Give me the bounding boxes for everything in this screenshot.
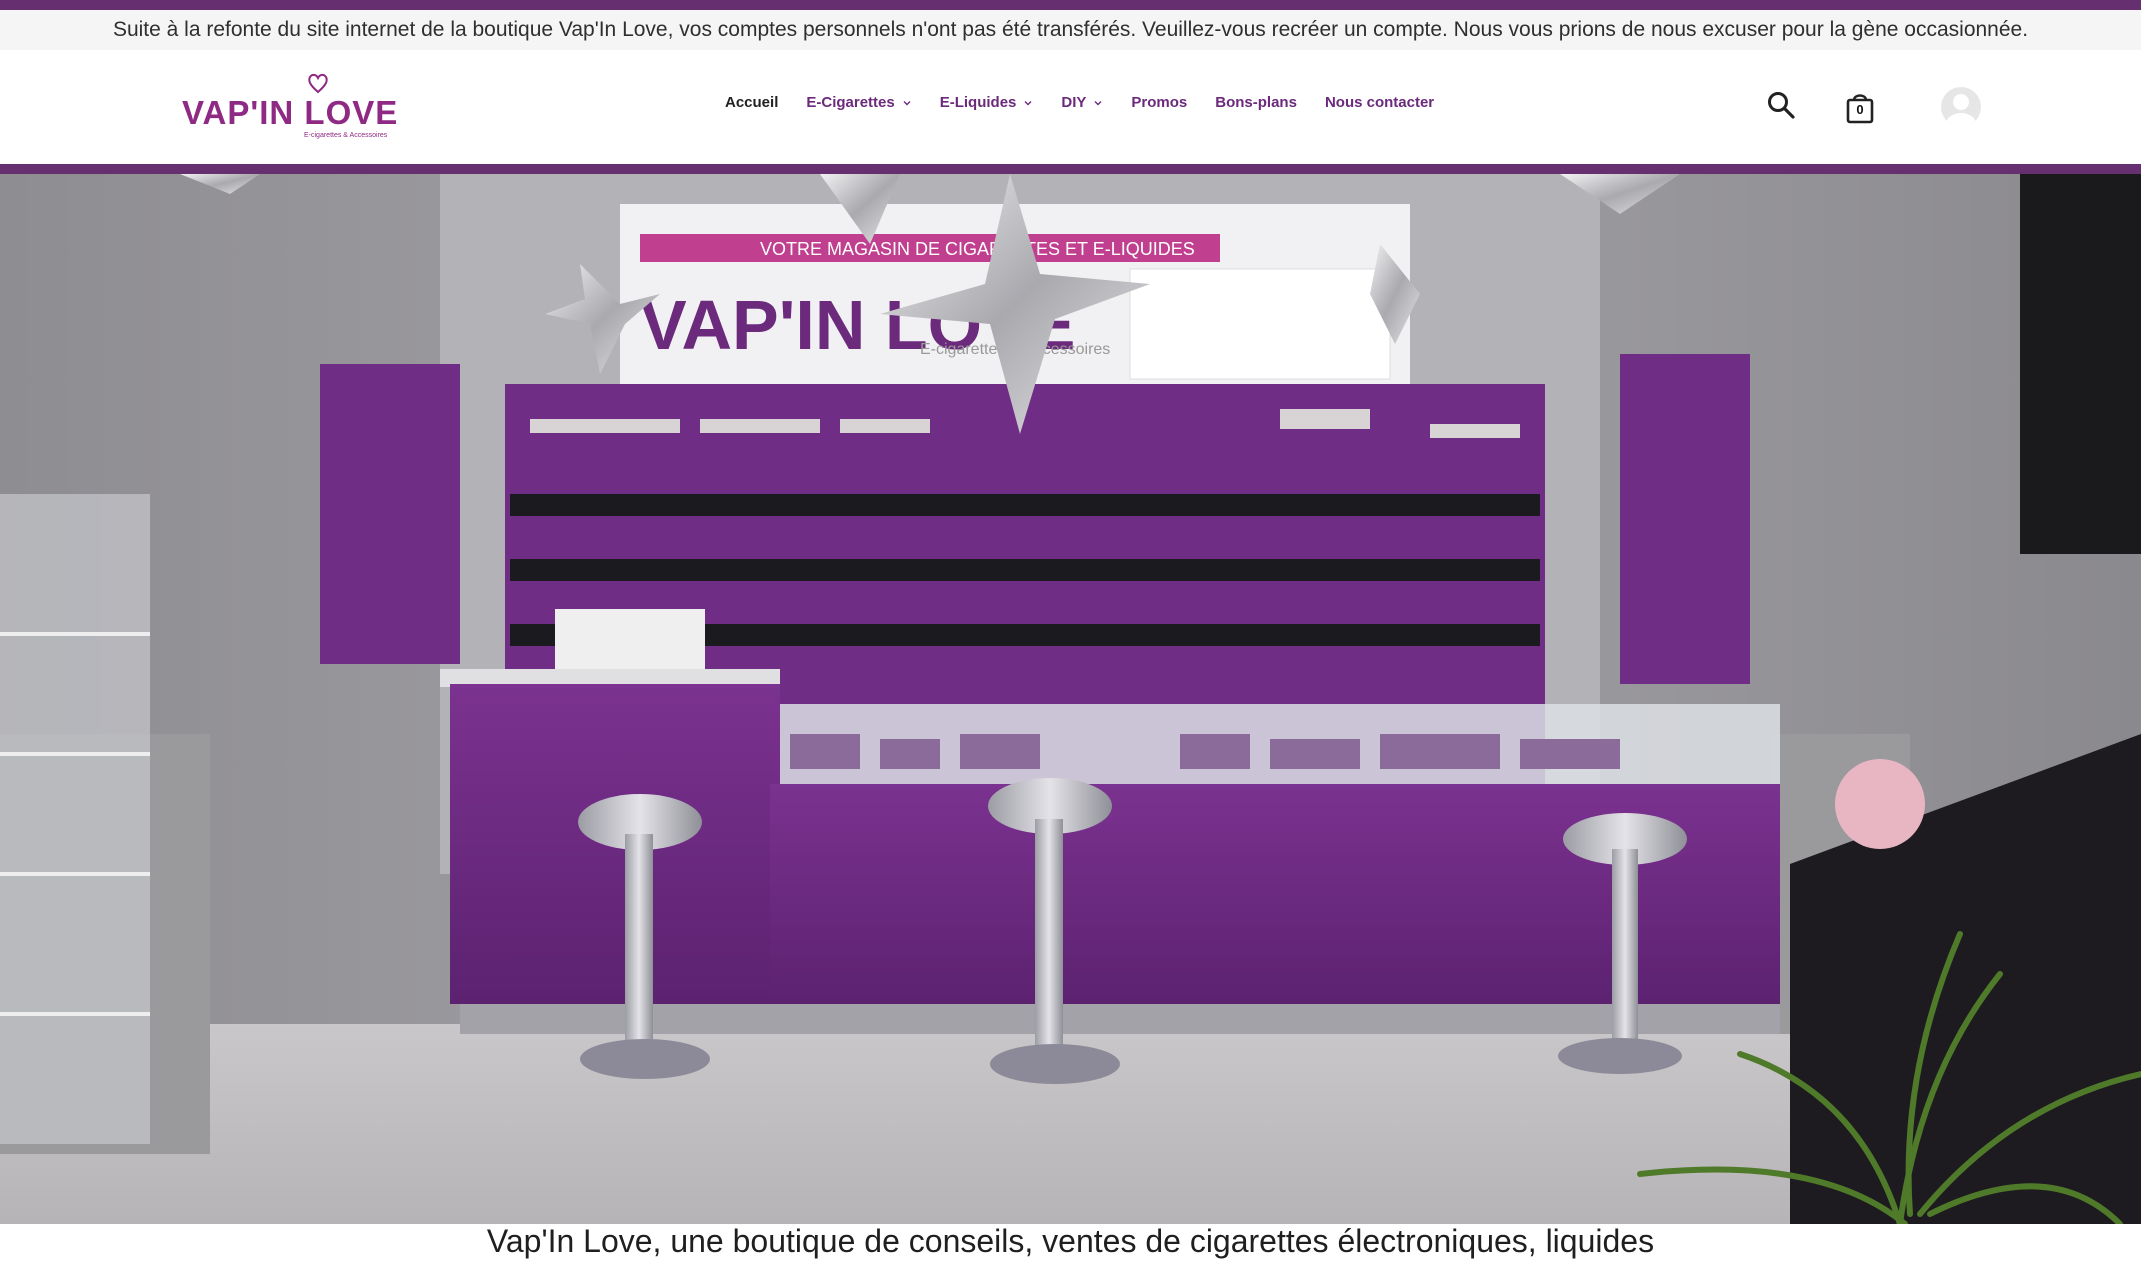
nav-label: Nous contacter: [1324, 94, 1435, 111]
search-icon: [1768, 92, 1795, 119]
account-button[interactable]: [1940, 86, 1982, 128]
header-bottom-border: [0, 164, 2141, 174]
site-header: VAP'IN LOVE E-cigarettes & Accessoires A…: [0, 50, 2141, 164]
nav-item-diy[interactable]: DIY: [1061, 94, 1103, 111]
user-avatar-icon: [1941, 87, 1981, 127]
nav-label: E-Liquides: [939, 94, 1017, 111]
chevron-down-icon: [1024, 100, 1032, 105]
logo-wordmark: VAP'IN LOVE: [182, 94, 399, 131]
logo-tagline: E-cigarettes & Accessoires: [304, 132, 388, 139]
cart-button[interactable]: 0: [1844, 90, 1876, 126]
nav-item-e-liquides[interactable]: E-Liquides: [940, 94, 1034, 111]
nav-label: Accueil: [725, 94, 779, 111]
top-accent-stripe: [0, 0, 2141, 10]
nav-item-promos[interactable]: Promos: [1131, 94, 1187, 111]
chevron-down-icon: [903, 100, 911, 105]
notice-text: Suite à la refonte du site internet de l…: [112, 18, 2029, 41]
search-button[interactable]: [1766, 90, 1796, 120]
site-logo[interactable]: VAP'IN LOVE E-cigarettes & Accessoires: [182, 70, 397, 146]
chevron-down-icon: [1094, 100, 1102, 105]
nav-label: E-Cigarettes: [806, 94, 895, 111]
site-notice-bar: Suite à la refonte du site internet de l…: [0, 10, 2141, 50]
nav-item-accueil[interactable]: Accueil: [725, 94, 778, 111]
nav-item-bons-plans[interactable]: Bons-plans: [1215, 94, 1297, 111]
heart-logo-icon: [308, 73, 328, 94]
intro-heading: Vap'In Love, une boutique de conseils, v…: [486, 1223, 1655, 1259]
hero-shop-photo: VOTRE MAGASIN DE CIGARETTES ET E-LIQUIDE…: [0, 174, 2141, 1224]
nav-label: Bons-plans: [1215, 94, 1297, 111]
nav-label: DIY: [1061, 94, 1087, 111]
main-navigation: Accueil E-Cigarettes E-Liquides DIY Prom…: [725, 94, 1462, 111]
nav-label: Promos: [1131, 94, 1188, 111]
shop-interior-illustration: VOTRE MAGASIN DE CIGARETTES ET E-LIQUIDE…: [0, 174, 2141, 1224]
nav-item-nous-contacter[interactable]: Nous contacter: [1325, 94, 1434, 111]
sign-banner-text: VOTRE MAGASIN DE CIGARETTES ET E-LIQUIDE…: [760, 239, 1195, 259]
cart-count-badge: 0: [1856, 102, 1864, 117]
nav-item-e-cigarettes[interactable]: E-Cigarettes: [806, 94, 911, 111]
